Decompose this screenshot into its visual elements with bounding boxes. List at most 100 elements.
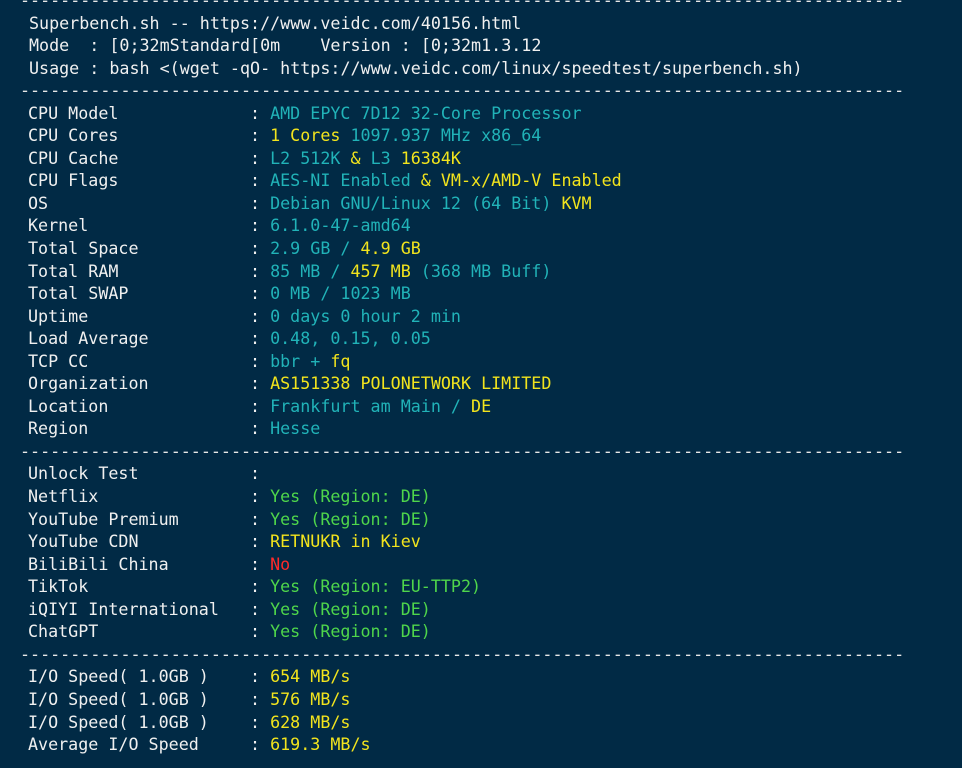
row-value: & bbox=[410, 170, 441, 191]
io-speed-row: Average I/O Speed: 619.3 MB/s bbox=[0, 733, 962, 756]
separator-line: ----------------------------------------… bbox=[20, 440, 905, 461]
row-colon: : bbox=[250, 553, 271, 574]
unlock-test-row: Unlock Test: bbox=[0, 462, 962, 485]
row-label: I/O Speed( 1.0GB ) bbox=[28, 688, 209, 709]
row-colon: : bbox=[250, 260, 271, 281]
separator-line: ----------------------------------------… bbox=[20, 0, 905, 10]
system-info-row: OS: Debian GNU/Linux 12 (64 Bit) KVM bbox=[0, 192, 962, 215]
terminal-window[interactable]: ----------------------------------------… bbox=[0, 0, 962, 768]
unlock-test-row: TikTok: Yes (Region: EU-TTP2) bbox=[0, 575, 962, 598]
row-label: TikTok bbox=[28, 576, 89, 597]
row-label: Location bbox=[28, 395, 109, 416]
row-value: No bbox=[270, 553, 291, 574]
row-value: 0 MB / 1023 MB bbox=[270, 283, 411, 304]
row-colon: : bbox=[250, 215, 271, 236]
unlock-test-row: Netflix: Yes (Region: DE) bbox=[0, 485, 962, 508]
row-colon: : bbox=[250, 125, 271, 146]
row-value: Yes (Region: EU-TTP2) bbox=[270, 576, 482, 597]
row-value: Debian GNU/Linux 12 (64 Bit) bbox=[270, 192, 552, 213]
row-value: VM-x/AMD-V Enabled bbox=[440, 170, 622, 191]
row-value: 1 Cores bbox=[270, 125, 341, 146]
row-value: 628 MB/s bbox=[270, 711, 351, 732]
row-label: Organization bbox=[28, 373, 149, 394]
row-colon: : bbox=[250, 192, 271, 213]
row-colon: : bbox=[250, 621, 271, 642]
row-colon: : bbox=[250, 711, 271, 732]
row-label: Total Space bbox=[28, 238, 139, 259]
row-colon: : bbox=[250, 531, 271, 552]
row-label: CPU Cache bbox=[28, 147, 119, 168]
row-value: 0 days 0 hour 2 min bbox=[270, 305, 461, 326]
row-colon: : bbox=[250, 508, 271, 529]
row-colon: : bbox=[250, 688, 271, 709]
header-usage: Usage : bash <(wget -qO- https://www.vei… bbox=[29, 57, 803, 78]
system-info-row: Load Average: 0.48, 0.15, 0.05 bbox=[0, 327, 962, 350]
row-colon: : bbox=[250, 350, 271, 371]
row-colon: : bbox=[250, 395, 271, 416]
row-label: Unlock Test bbox=[28, 463, 139, 484]
row-value: 4.9 GB bbox=[350, 238, 421, 259]
row-label: Kernel bbox=[28, 215, 89, 236]
system-info-row: CPU Flags: AES-NI Enabled & VM-x/AMD-V E… bbox=[0, 169, 962, 192]
row-label: CPU Flags bbox=[28, 170, 119, 191]
row-colon: : bbox=[250, 170, 271, 191]
row-colon: : bbox=[250, 283, 271, 304]
system-info-row: CPU Model: AMD EPYC 7D12 32-Core Process… bbox=[0, 102, 962, 125]
system-info-row: Total RAM: 85 MB / 457 MB (368 MB Buff) bbox=[0, 260, 962, 283]
row-value: fq bbox=[330, 350, 351, 371]
row-value: 0.48, 0.15, 0.05 bbox=[270, 328, 431, 349]
row-colon: : bbox=[250, 576, 271, 597]
system-info-row: Total Space: 2.9 GB / 4.9 GB bbox=[0, 237, 962, 260]
row-label: Region bbox=[28, 418, 89, 439]
row-label: I/O Speed( 1.0GB ) bbox=[28, 666, 209, 687]
unlock-test-row: YouTube CDN: RETNUKR in Kiev bbox=[0, 530, 962, 553]
row-value: AS151338 POLONETWORK LIMITED bbox=[270, 373, 552, 394]
system-info-row: Total SWAP: 0 MB / 1023 MB bbox=[0, 282, 962, 305]
row-value: RETNUKR in Kiev bbox=[270, 531, 421, 552]
row-value: Yes (Region: DE) bbox=[270, 508, 431, 529]
io-speed-section: I/O Speed( 1.0GB ): 654 MB/s I/O Speed( 1… bbox=[0, 665, 962, 755]
row-value: Yes (Region: DE) bbox=[270, 486, 431, 507]
separator-line: ----------------------------------------… bbox=[20, 80, 905, 101]
row-value: 85 MB / bbox=[270, 260, 341, 281]
row-colon: : bbox=[250, 238, 271, 259]
row-label: Total SWAP bbox=[28, 283, 129, 304]
row-label: iQIYI International bbox=[28, 598, 219, 619]
unlock-test-row: ChatGPT: Yes (Region: DE) bbox=[0, 620, 962, 643]
row-value: 2.9 GB / bbox=[270, 238, 351, 259]
system-info-section: CPU Model: AMD EPYC 7D12 32-Core Process… bbox=[0, 102, 962, 440]
row-colon: : bbox=[250, 666, 271, 687]
row-colon: : bbox=[250, 147, 271, 168]
row-value: L3 bbox=[370, 147, 391, 168]
unlock-test-section: Unlock Test: Netflix: Yes (Region: DE) Yo… bbox=[0, 462, 962, 642]
system-info-row: Uptime: 0 days 0 hour 2 min bbox=[0, 305, 962, 328]
system-info-row: CPU Cores: 1 Cores 1097.937 MHz x86_64 bbox=[0, 124, 962, 147]
row-label: CPU Cores bbox=[28, 125, 119, 146]
row-colon: : bbox=[250, 463, 271, 484]
row-value: 16384K bbox=[390, 147, 461, 168]
row-label: CPU Model bbox=[28, 102, 119, 123]
system-info-row: Location: Frankfurt am Main / DE bbox=[0, 395, 962, 418]
system-info-row: CPU Cache: L2 512K & L3 16384K bbox=[0, 147, 962, 170]
row-colon: : bbox=[250, 418, 271, 439]
row-label: Netflix bbox=[28, 486, 99, 507]
row-value: Yes (Region: DE) bbox=[270, 621, 431, 642]
row-label: TCP CC bbox=[28, 350, 89, 371]
unlock-test-row: YouTube Premium: Yes (Region: DE) bbox=[0, 508, 962, 531]
row-label: I/O Speed( 1.0GB ) bbox=[28, 711, 209, 732]
io-speed-row: I/O Speed( 1.0GB ): 628 MB/s bbox=[0, 711, 962, 734]
system-info-row: Region: Hesse bbox=[0, 417, 962, 440]
io-speed-row: I/O Speed( 1.0GB ): 654 MB/s bbox=[0, 665, 962, 688]
row-label: Total RAM bbox=[28, 260, 119, 281]
row-value: Frankfurt am Main / bbox=[270, 395, 461, 416]
row-value: bbr + bbox=[270, 350, 331, 371]
row-label: OS bbox=[28, 192, 49, 213]
unlock-test-row: BiliBili China: No bbox=[0, 553, 962, 576]
row-value: AMD EPYC 7D12 32-Core Processor bbox=[270, 102, 582, 123]
separator-line: ----------------------------------------… bbox=[20, 643, 905, 664]
system-info-row: TCP CC: bbr + fq bbox=[0, 350, 962, 373]
row-value: (368 MB Buff) bbox=[410, 260, 552, 281]
system-info-row: Kernel: 6.1.0-47-amd64 bbox=[0, 214, 962, 237]
row-colon: : bbox=[250, 373, 271, 394]
row-value: 1097.937 MHz x86_64 bbox=[340, 125, 542, 146]
